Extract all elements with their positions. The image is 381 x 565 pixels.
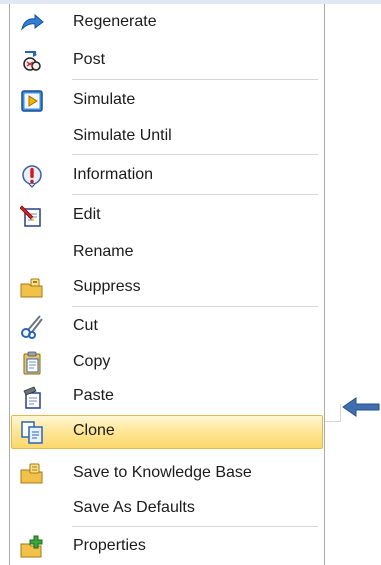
menu-item-rename[interactable]: Rename <box>11 236 323 270</box>
menu-item-copy[interactable]: Copy <box>11 346 323 380</box>
copy-icon <box>23 351 41 375</box>
menu-item-clone[interactable]: Clone <box>11 415 323 449</box>
menu-item-suppress[interactable]: Suppress <box>11 271 323 305</box>
menu-item-cut[interactable]: Cut <box>11 310 323 344</box>
pointer-arrow-icon <box>342 397 380 417</box>
menu-item-label: Rename <box>73 243 134 260</box>
edit-icon <box>20 205 41 227</box>
menu-item-label: Properties <box>73 537 146 554</box>
menu-item-label: Simulate Until <box>73 127 172 144</box>
menu-item-label: Post <box>73 51 106 68</box>
menu-separator <box>72 154 318 155</box>
simulate-icon <box>21 90 43 112</box>
post-icon <box>23 51 41 71</box>
menu-item-label: Save to Knowledge Base <box>73 464 252 481</box>
menu-item-properties[interactable]: Properties <box>11 530 323 564</box>
menu-item-post[interactable]: Post <box>11 44 323 78</box>
menu-item-label: Cut <box>73 317 98 334</box>
menu-item-information[interactable]: Information <box>11 159 323 193</box>
menu-item-label: Paste <box>73 387 114 404</box>
paste-icon <box>23 386 41 409</box>
information-icon <box>22 165 42 188</box>
context-menu: Regenerate Post Simulate Simulate Until <box>9 4 325 565</box>
menu-separator <box>72 194 318 195</box>
menu-item-regenerate[interactable]: Regenerate <box>11 6 323 40</box>
menu-item-save-to-knowledge-base[interactable]: Save to Knowledge Base <box>11 457 323 491</box>
menu-item-save-as-defaults[interactable]: Save As Defaults <box>11 492 323 526</box>
menu-item-label: Simulate <box>73 91 136 108</box>
menu-item-simulate[interactable]: Simulate <box>11 84 323 118</box>
menu-item-label: Information <box>73 166 154 183</box>
regenerate-icon <box>21 13 44 31</box>
menu-item-paste[interactable]: Paste <box>11 380 323 414</box>
callout-line <box>325 421 341 422</box>
cut-icon <box>21 315 43 339</box>
menu-item-edit[interactable]: Edit <box>11 199 323 233</box>
menu-item-label: Suppress <box>73 278 141 295</box>
menu-item-label: Clone <box>73 422 115 439</box>
properties-icon <box>20 535 43 558</box>
menu-item-simulate-until[interactable]: Simulate Until <box>11 120 323 154</box>
menu-item-label: Regenerate <box>73 13 157 30</box>
suppress-icon <box>20 278 43 298</box>
menu-separator <box>72 306 318 307</box>
save-knowledge-icon <box>20 463 43 484</box>
menu-item-label: Copy <box>73 353 111 370</box>
clone-icon <box>21 421 43 444</box>
menu-item-label: Edit <box>73 206 101 223</box>
menu-separator <box>72 526 318 527</box>
menu-item-label: Save As Defaults <box>73 499 195 516</box>
menu-separator <box>72 79 318 80</box>
callout-line <box>340 404 341 421</box>
